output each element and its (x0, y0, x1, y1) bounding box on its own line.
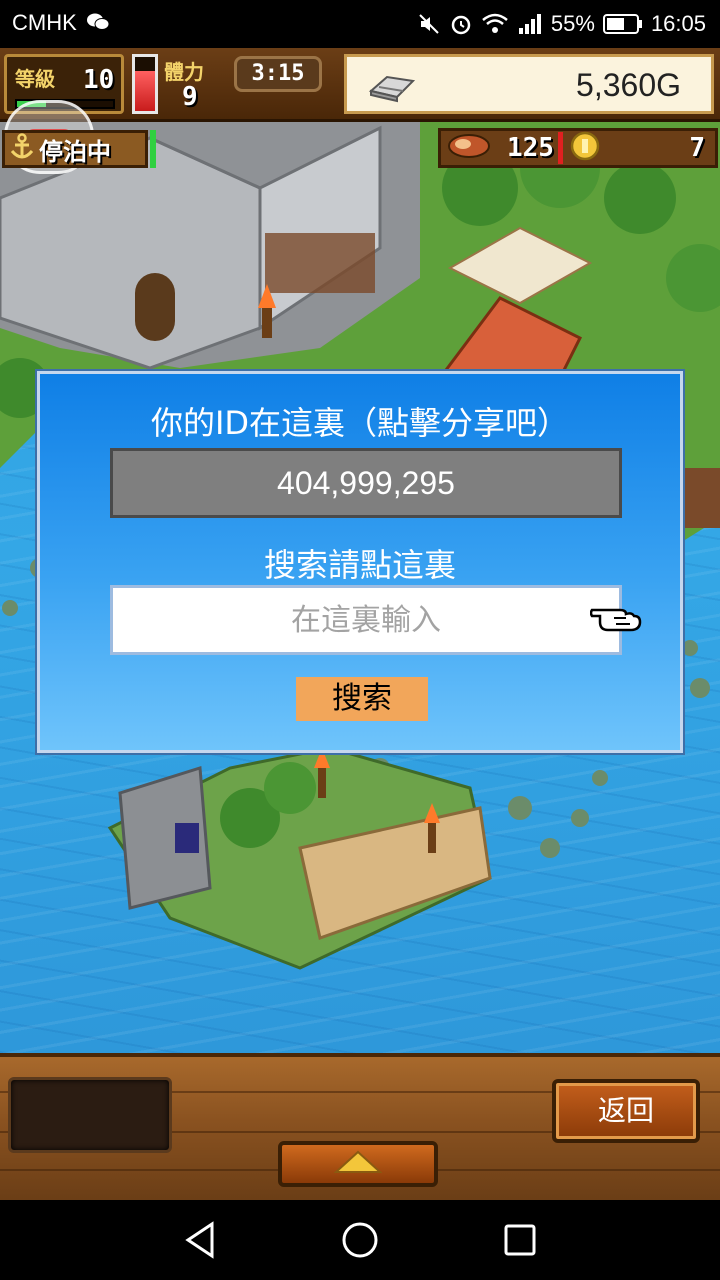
stamina-label: 體力 (164, 60, 204, 84)
back-nav-icon[interactable] (182, 1220, 218, 1264)
anchor-indicator (150, 130, 156, 168)
anchor-status-label: 停泊中 (39, 137, 111, 166)
wechat-icon (86, 12, 110, 32)
expand-menu-button[interactable] (278, 1141, 438, 1187)
battery-percent: 55% (550, 11, 595, 36)
anchor-status[interactable]: 停泊中 (2, 130, 148, 168)
back-button[interactable]: 返回 (552, 1079, 700, 1143)
player-id-box[interactable]: 404,999,295 (110, 448, 622, 518)
battery-icon (602, 13, 643, 35)
alarm-icon (449, 12, 473, 36)
clock: 16:05 (650, 11, 706, 36)
top-hud: 等級 10 體力 9 3:15 5,360G 停泊中 125 7 (0, 48, 720, 174)
navigation-bar (0, 1200, 720, 1280)
stamina-value: 9 (182, 82, 198, 112)
carrier-label: CMHK (12, 10, 77, 35)
resource-panel: 125 7 (438, 128, 718, 168)
home-nav-icon[interactable] (340, 1220, 380, 1264)
resource-divider (557, 132, 563, 164)
dialog-title[interactable]: 你的ID在這裏（點擊分享吧） (40, 398, 680, 444)
gold-amount: 5,360G (576, 67, 681, 103)
level-value: 10 (83, 65, 115, 95)
empty-slot[interactable] (8, 1077, 172, 1153)
stamina-timer: 3:15 (234, 56, 322, 92)
search-button[interactable]: 搜索 (296, 677, 428, 721)
status-bar: CMHK 55% 16:05 (0, 0, 720, 48)
signal-icon (517, 12, 543, 36)
stamina-meter (132, 54, 158, 114)
gold-panel[interactable]: 5,360G (344, 54, 714, 114)
stamina-panel[interactable]: 體力 9 (132, 54, 228, 116)
coin-count: 7 (689, 133, 705, 163)
wifi-icon (481, 12, 509, 36)
search-input[interactable] (110, 585, 622, 655)
pointing-hand-icon (589, 598, 642, 638)
arrow-up-icon (333, 1150, 383, 1178)
silver-bar-icon (367, 71, 417, 107)
bottom-bar: 返回 (0, 1053, 720, 1200)
mute-icon (417, 12, 441, 36)
id-search-dialog: 你的ID在這裏（點擊分享吧） 404,999,295 搜索請點這裏 搜索 (37, 371, 683, 753)
meat-icon (445, 131, 493, 165)
search-label: 搜索請點這裏 (263, 546, 456, 584)
coin-icon (569, 130, 601, 166)
anchor-icon (9, 133, 35, 165)
castle-gate (135, 273, 175, 341)
level-label: 等級 (15, 67, 55, 91)
recents-nav-icon[interactable] (502, 1220, 538, 1264)
meat-count: 125 (507, 133, 554, 163)
